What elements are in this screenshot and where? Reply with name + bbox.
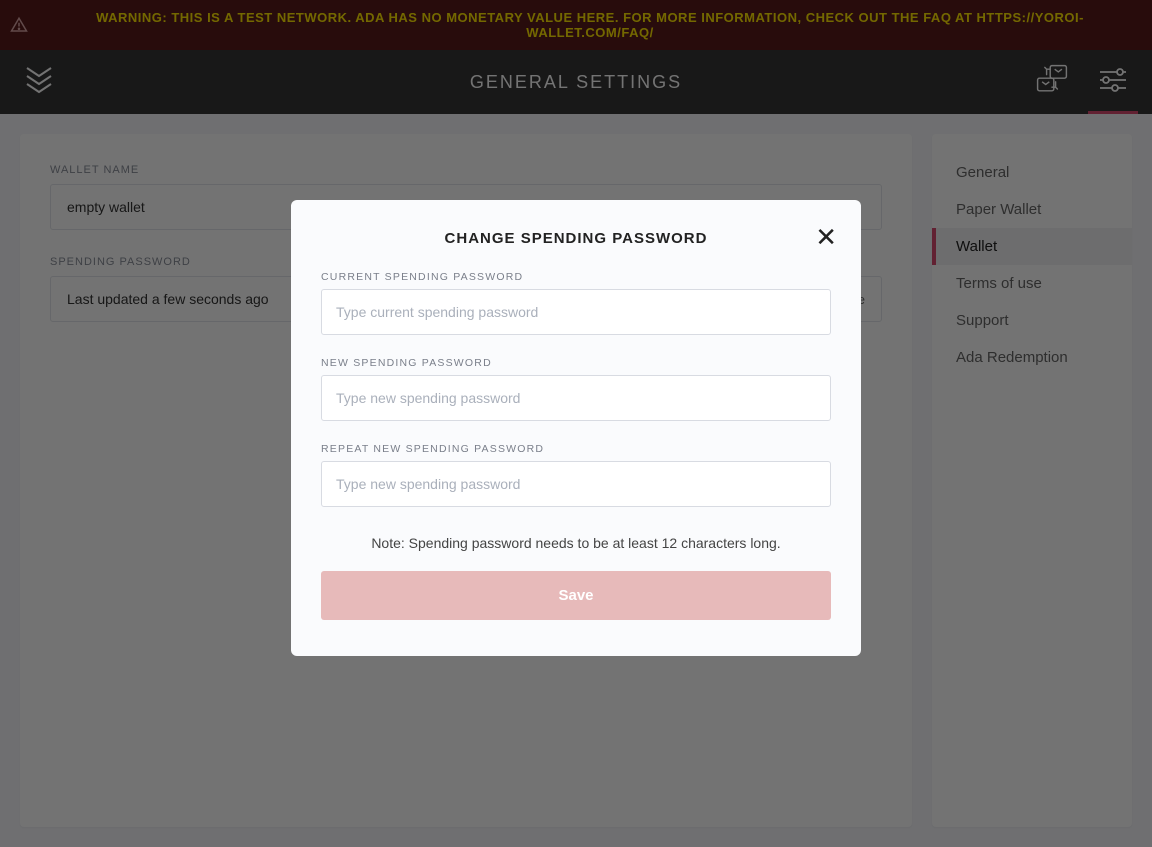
current-password-input[interactable]: [321, 289, 831, 335]
close-icon[interactable]: ✕: [815, 224, 837, 250]
new-password-label: NEW SPENDING PASSWORD: [321, 357, 831, 369]
change-password-modal: CHANGE SPENDING PASSWORD ✕ CURRENT SPEND…: [291, 200, 861, 656]
new-password-input[interactable]: [321, 375, 831, 421]
repeat-password-label: REPEAT NEW SPENDING PASSWORD: [321, 443, 831, 455]
repeat-password-input[interactable]: [321, 461, 831, 507]
password-note: Note: Spending password needs to be at l…: [321, 535, 831, 551]
current-password-label: CURRENT SPENDING PASSWORD: [321, 271, 831, 283]
modal-title: CHANGE SPENDING PASSWORD: [321, 230, 831, 247]
save-button[interactable]: Save: [321, 571, 831, 620]
modal-overlay[interactable]: CHANGE SPENDING PASSWORD ✕ CURRENT SPEND…: [0, 0, 1152, 847]
